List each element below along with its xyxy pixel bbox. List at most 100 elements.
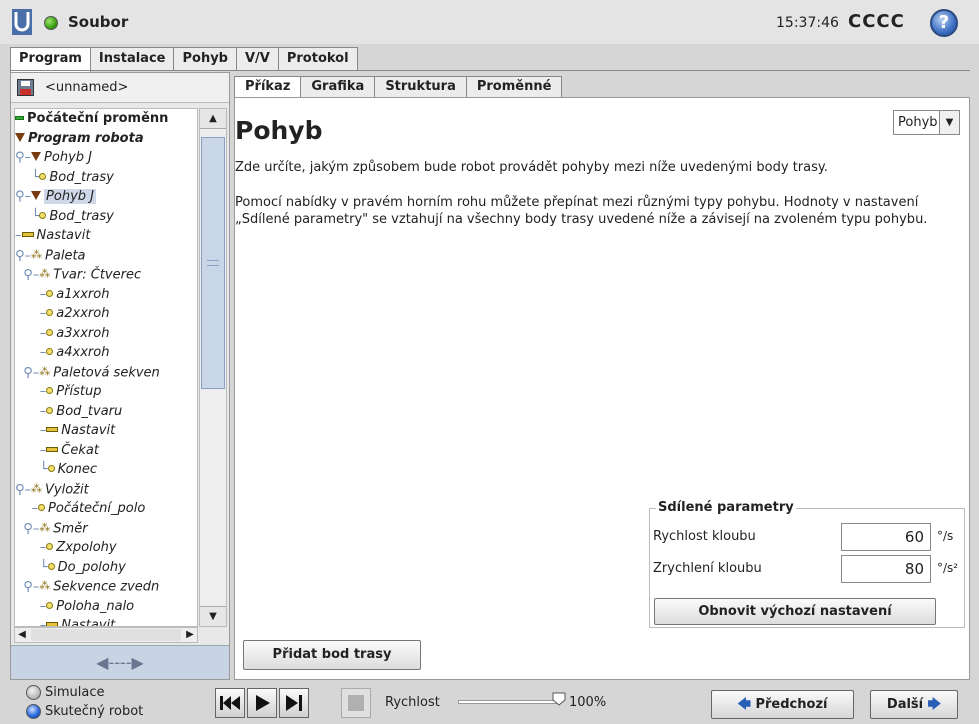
- description-text-2: Pomocí nabídky v pravém horním rohu může…: [235, 195, 928, 227]
- tab-log[interactable]: Protokol: [277, 47, 358, 71]
- tree-horizontal-scrollbar[interactable]: ◀ ▶: [14, 627, 198, 643]
- tab-move[interactable]: Pohyb: [173, 47, 237, 71]
- tree-item[interactable]: – Počáteční_polo: [15, 499, 197, 519]
- rewind-button[interactable]: [215, 688, 245, 718]
- scroll-down-icon[interactable]: ▼: [200, 606, 226, 626]
- tree-item[interactable]: ⚲–⁂ Tvar: Čtverec: [15, 265, 197, 285]
- speed-slider[interactable]: [458, 700, 560, 704]
- scroll-up-icon[interactable]: ▲: [200, 109, 226, 129]
- real-robot-label: Skutečný robot: [45, 704, 144, 719]
- tree-item-label: Zxpolohy: [56, 540, 117, 555]
- radio-selected-icon[interactable]: [26, 704, 41, 719]
- tree-connector: ⚲–: [15, 267, 40, 283]
- help-icon[interactable]: ?: [930, 9, 958, 37]
- tree-connector: –: [15, 501, 39, 516]
- main-tabs: Program Instalace Pohyb V/V Protokol: [10, 47, 358, 73]
- tree-item[interactable]: – a4xxroh: [15, 343, 197, 363]
- radio-icon[interactable]: [26, 685, 41, 700]
- tree-item[interactable]: – Přístup: [15, 382, 197, 402]
- tree-item[interactable]: – a1xxroh: [15, 285, 197, 305]
- tree-item[interactable]: – a3xxroh: [15, 324, 197, 344]
- tree-vertical-scrollbar[interactable]: ▲ ▼: [199, 108, 227, 627]
- tree-item[interactable]: ⚲–⁂ Paletová sekven: [15, 363, 197, 383]
- real-robot-option[interactable]: Skutečný robot: [26, 704, 143, 719]
- tree-item[interactable]: Počáteční proměnn: [15, 109, 197, 129]
- tree-item[interactable]: └ Bod_trasy: [15, 168, 197, 188]
- step-button[interactable]: [279, 688, 309, 718]
- tree-connector: ⚲–: [15, 364, 40, 380]
- panel-resize-handle[interactable]: ◀‑‑‑‑▶: [11, 645, 229, 679]
- tree-connector: └: [15, 169, 40, 185]
- tree-item[interactable]: ⚲–⁂ Paleta: [15, 246, 197, 266]
- slider-knob-icon[interactable]: [552, 692, 566, 706]
- tree-item[interactable]: ⚲–⁂ Směr: [15, 519, 197, 539]
- stop-icon: [348, 695, 364, 711]
- tree-item[interactable]: ⚲–⁂ Sekvence zvedn: [15, 577, 197, 597]
- save-icon[interactable]: [17, 79, 34, 96]
- tab-io[interactable]: V/V: [235, 47, 279, 71]
- waypoint-icon: [46, 328, 54, 336]
- tree-item[interactable]: ⚲–⁂ Vyložit: [15, 480, 197, 500]
- tree-item-label: Paletová sekven: [53, 364, 160, 380]
- program-tree[interactable]: Počáteční proměnn Program robota ⚲– Pohyb J…: [14, 108, 198, 627]
- reset-defaults-button[interactable]: Obnovit výchozí nastavení: [654, 598, 936, 625]
- tree-item[interactable]: – Bod_tvaru: [15, 402, 197, 422]
- add-waypoint-button[interactable]: Přidat bod trasy: [243, 640, 421, 670]
- tree-item[interactable]: └ Do_polohy: [15, 558, 197, 578]
- waypoint-icon: [46, 289, 54, 297]
- waypoint-icon: [39, 172, 47, 180]
- tree-item[interactable]: ⚲– Pohyb J: [15, 148, 197, 168]
- tree-item-label: Směr: [53, 520, 88, 536]
- joint-speed-input[interactable]: 60: [841, 523, 931, 551]
- previous-button[interactable]: 🡄 Předchozí: [711, 690, 854, 719]
- tab-installation[interactable]: Instalace: [89, 47, 175, 71]
- scroll-left-icon[interactable]: ◀: [15, 628, 29, 642]
- tree-item[interactable]: – Nastavit: [15, 616, 197, 626]
- clock: 15:37:46: [776, 15, 839, 31]
- tree-connector: –: [15, 325, 47, 341]
- waypoint-icon: [46, 406, 54, 414]
- tree-item[interactable]: Program robota: [15, 129, 197, 149]
- stop-button[interactable]: [341, 688, 371, 718]
- tree-item[interactable]: – Nastavit: [15, 421, 197, 441]
- tab-structure[interactable]: Struktura: [374, 76, 467, 98]
- tree-item[interactable]: ⚲– Pohyb J: [15, 187, 197, 207]
- sub-tabs: Příkaz Grafika Struktura Proměnné: [234, 76, 563, 98]
- tree-item[interactable]: – Nastavit: [15, 226, 197, 246]
- program-filename: <unnamed>: [45, 80, 129, 95]
- simulation-option[interactable]: Simulace: [26, 685, 105, 700]
- joint-speed-label: Rychlost kloubu: [653, 529, 756, 544]
- tree-item[interactable]: – Čekat: [15, 441, 197, 461]
- joint-accel-label: Zrychlení kloubu: [653, 561, 762, 576]
- tab-variables[interactable]: Proměnné: [465, 76, 563, 98]
- speed-label: Rychlost: [385, 695, 440, 710]
- file-menu-button[interactable]: Soubor: [68, 13, 128, 31]
- set-icon: [46, 427, 59, 432]
- tree-connector: –: [15, 540, 47, 555]
- pallet-icon: ⁂: [39, 364, 51, 378]
- move-type-select[interactable]: Pohyb J ▼: [893, 110, 960, 135]
- waypoint-icon: [47, 562, 55, 570]
- ur-logo-icon: [12, 9, 32, 35]
- tree-item[interactable]: └ Bod_trasy: [15, 207, 197, 227]
- scroll-right-icon[interactable]: ▶: [183, 628, 197, 642]
- scroll-thumb[interactable]: [201, 137, 225, 389]
- tree-connector: ⚲–: [15, 247, 32, 263]
- joint-accel-input[interactable]: 80: [841, 555, 931, 583]
- next-label: Další: [886, 697, 924, 712]
- tab-command[interactable]: Příkaz: [234, 76, 302, 98]
- tree-item-label: Vyložit: [45, 481, 89, 497]
- play-button[interactable]: [247, 688, 277, 718]
- hscroll-thumb[interactable]: [31, 629, 181, 641]
- simulation-label: Simulace: [45, 685, 105, 700]
- tab-graphics[interactable]: Grafika: [300, 76, 376, 98]
- waypoint-icon: [38, 504, 46, 511]
- tree-item-label: Poloha_nalo: [56, 598, 135, 614]
- tree-item[interactable]: – a2xxroh: [15, 304, 197, 324]
- next-button[interactable]: Další 🡆: [870, 690, 958, 719]
- tree-item[interactable]: └ Konec: [15, 460, 197, 480]
- chevron-down-icon[interactable]: ▼: [939, 111, 959, 134]
- tree-item[interactable]: – Zxpolohy: [15, 538, 197, 558]
- tree-item[interactable]: – Poloha_nalo: [15, 597, 197, 617]
- waypoint-icon: [46, 387, 54, 394]
